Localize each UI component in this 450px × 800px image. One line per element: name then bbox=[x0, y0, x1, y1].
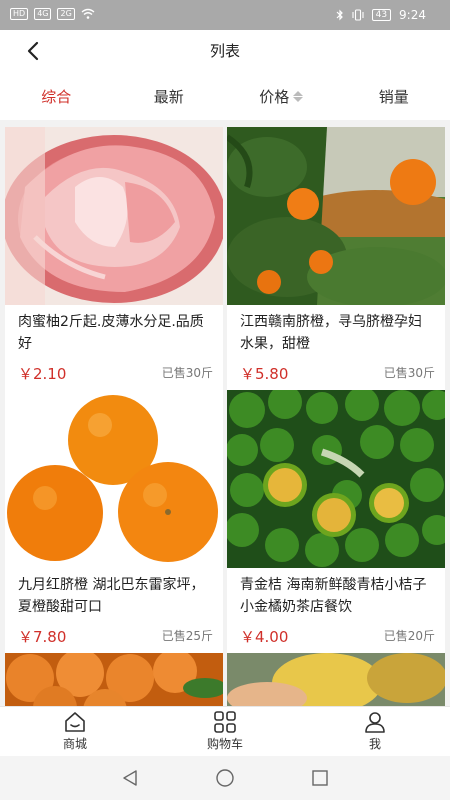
page-title: 列表 bbox=[209, 42, 240, 60]
product-card[interactable]: 青金桔 海南新鲜酸青桔小桔子小金橘奶茶店餐饮 ￥4.00 已售20斤 bbox=[227, 390, 445, 654]
sort-tab-sales[interactable]: 销量 bbox=[338, 72, 450, 120]
triangle-back-icon bbox=[123, 770, 137, 786]
product-image-lemons bbox=[227, 653, 445, 706]
network-2g-badge: 2G bbox=[57, 8, 75, 20]
product-image-oranges bbox=[5, 390, 223, 568]
sort-tab-comprehensive[interactable]: 综合 bbox=[0, 72, 113, 120]
product-image-orange-tree bbox=[227, 127, 445, 305]
status-left: HD 4G 2G bbox=[10, 8, 95, 20]
network-4g-badge: 4G bbox=[34, 8, 52, 20]
tab-mall[interactable]: 商城 bbox=[0, 707, 150, 756]
sort-tab-label: 销量 bbox=[378, 87, 409, 106]
product-meta: ￥7.80 已售25斤 bbox=[5, 618, 223, 654]
product-image-green-kumquat bbox=[227, 390, 445, 568]
product-price: ￥7.80 bbox=[18, 628, 67, 646]
sort-tab-label: 综合 bbox=[41, 87, 72, 106]
nav-back-button[interactable] bbox=[83, 756, 178, 800]
square-recents-icon bbox=[312, 770, 328, 786]
product-card[interactable]: 九月红脐橙 湖北巴东雷家坪，夏橙酸甜可口 ￥7.80 已售25斤 bbox=[5, 390, 223, 654]
product-meta: ￥2.10 已售30斤 bbox=[5, 355, 223, 391]
tab-label: 我 bbox=[368, 737, 381, 751]
product-price: ￥2.10 bbox=[18, 365, 67, 383]
product-meta: ￥5.80 已售30斤 bbox=[227, 355, 445, 391]
tab-me[interactable]: 我 bbox=[300, 707, 450, 756]
grid-icon bbox=[214, 711, 236, 733]
sort-tab-label: 最新 bbox=[153, 87, 184, 106]
vibrate-icon bbox=[352, 9, 364, 21]
battery-indicator: 43 bbox=[371, 9, 392, 21]
product-card[interactable]: 肉蜜柚2斤起.皮薄水分足.品质好 ￥2.10 已售30斤 bbox=[5, 127, 223, 391]
tab-label: 商城 bbox=[62, 737, 87, 751]
nav-home-button[interactable] bbox=[178, 756, 273, 800]
home-icon bbox=[65, 712, 85, 732]
hd-badge: HD bbox=[10, 8, 29, 20]
product-price: ￥4.00 bbox=[240, 628, 289, 646]
top-bar: 列表 bbox=[0, 30, 450, 72]
product-name: 青金桔 海南新鲜酸青桔小桔子小金橘奶茶店餐饮 bbox=[240, 577, 427, 615]
product-card[interactable]: 江西赣南脐橙，寻乌脐橙孕妇水果，甜橙 ￥5.80 已售30斤 bbox=[227, 127, 445, 391]
sort-tab-newest[interactable]: 最新 bbox=[113, 72, 226, 120]
nav-recents-button[interactable] bbox=[273, 756, 368, 800]
sort-bar: 综合 最新 价格 销量 bbox=[0, 72, 450, 120]
product-meta: ￥4.00 已售20斤 bbox=[227, 618, 445, 654]
status-right: 43 9:24 bbox=[336, 8, 426, 22]
product-sold-count: 已售30斤 bbox=[161, 366, 213, 380]
product-sold-count: 已售30斤 bbox=[383, 366, 435, 380]
tab-cart[interactable]: 购物车 bbox=[150, 707, 300, 756]
product-price: ￥5.80 bbox=[240, 365, 289, 383]
product-card[interactable] bbox=[5, 653, 223, 706]
tab-label: 购物车 bbox=[206, 737, 243, 751]
product-grid: 肉蜜柚2斤起.皮薄水分足.品质好 ￥2.10 已售30斤 江西赣南脐橙，寻乌脐橙… bbox=[0, 120, 450, 706]
circle-home-icon bbox=[216, 769, 234, 787]
product-sold-count: 已售20斤 bbox=[383, 629, 435, 643]
bluetooth-icon bbox=[336, 9, 343, 21]
bottom-tab-bar: 商城 购物车 我 bbox=[0, 706, 450, 756]
wifi-icon bbox=[81, 8, 95, 19]
status-time: 9:24 bbox=[399, 8, 426, 22]
user-icon bbox=[365, 712, 385, 733]
product-image-pomelo bbox=[5, 127, 223, 305]
product-name: 江西赣南脐橙，寻乌脐橙孕妇水果，甜橙 bbox=[240, 314, 422, 352]
product-sold-count: 已售25斤 bbox=[161, 629, 213, 643]
sort-tab-price[interactable]: 价格 bbox=[225, 72, 338, 120]
system-nav-bar bbox=[0, 756, 450, 800]
product-image-mandarins bbox=[5, 653, 223, 706]
sort-tab-label: 价格 bbox=[259, 87, 290, 106]
product-name: 肉蜜柚2斤起.皮薄水分足.品质好 bbox=[18, 314, 204, 352]
product-card[interactable] bbox=[227, 653, 445, 706]
product-name: 九月红脐橙 湖北巴东雷家坪，夏橙酸甜可口 bbox=[18, 577, 205, 615]
sort-arrows-icon bbox=[293, 90, 304, 102]
status-bar: HD 4G 2G 43 9:24 bbox=[0, 0, 450, 30]
